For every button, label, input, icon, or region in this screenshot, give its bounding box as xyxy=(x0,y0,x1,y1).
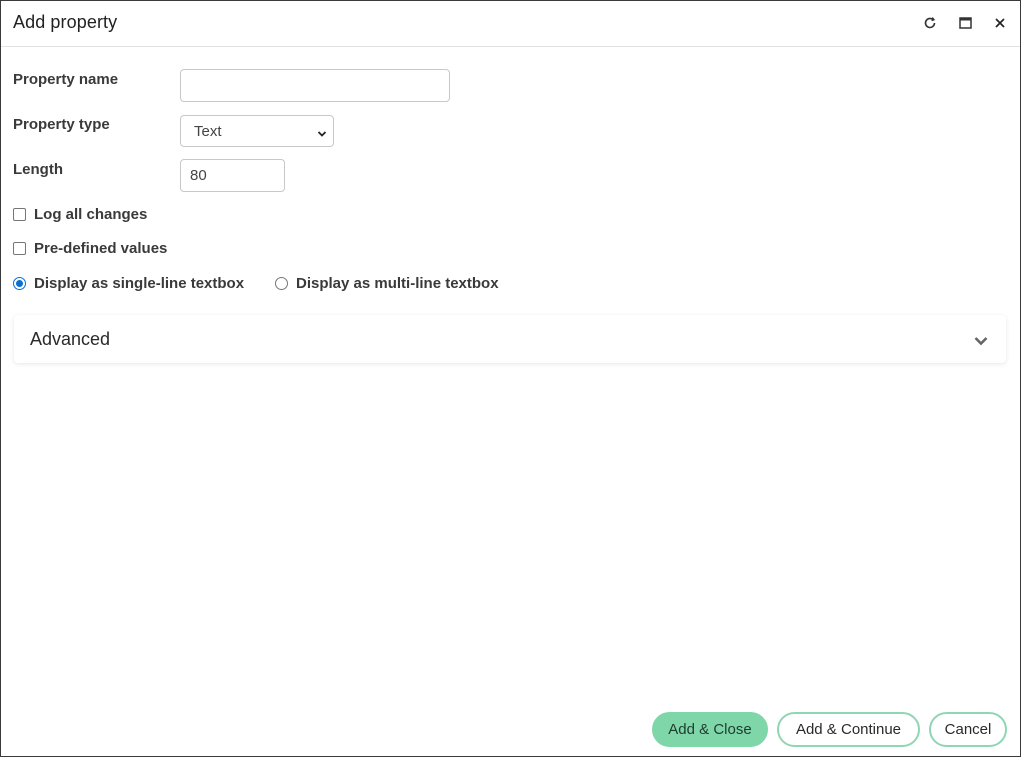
add-close-button[interactable]: Add & Close xyxy=(652,712,768,747)
multi-line-label: Display as multi-line textbox xyxy=(296,275,499,292)
chevron-down-icon xyxy=(317,126,327,143)
close-icon[interactable] xyxy=(990,13,1010,33)
property-type-select[interactable]: Text xyxy=(180,115,334,147)
refresh-icon[interactable] xyxy=(920,13,940,33)
property-name-label: Property name xyxy=(13,71,119,88)
log-all-changes-option[interactable]: Log all changes xyxy=(13,206,147,223)
property-type-selected: Text xyxy=(194,122,222,140)
property-type-label: Property type xyxy=(13,116,110,133)
single-line-label: Display as single-line textbox xyxy=(34,275,245,292)
pre-defined-values-label: Pre-defined values xyxy=(34,240,168,257)
cancel-button[interactable]: Cancel xyxy=(929,712,1007,747)
chevron-down-icon xyxy=(974,333,988,351)
log-all-changes-checkbox[interactable] xyxy=(13,208,26,221)
single-line-option[interactable]: Display as single-line textbox xyxy=(13,275,244,292)
add-property-dialog: Add property Property name Property type… xyxy=(0,0,1021,757)
add-continue-button[interactable]: Add & Continue xyxy=(777,712,920,747)
log-all-changes-label: Log all changes xyxy=(34,206,148,223)
multi-line-option[interactable]: Display as multi-line textbox xyxy=(275,275,499,292)
property-name-input[interactable] xyxy=(180,69,450,102)
dialog-titlebar: Add property xyxy=(1,1,1020,47)
advanced-section-header[interactable]: Advanced xyxy=(14,315,1006,363)
dialog-title: Add property xyxy=(13,12,118,32)
length-input[interactable] xyxy=(180,159,285,192)
multi-line-radio[interactable] xyxy=(275,277,288,290)
length-label: Length xyxy=(13,161,63,178)
pre-defined-values-option[interactable]: Pre-defined values xyxy=(13,240,167,257)
pre-defined-values-checkbox[interactable] xyxy=(13,242,26,255)
single-line-radio[interactable] xyxy=(13,277,26,290)
advanced-label: Advanced xyxy=(30,329,111,349)
maximize-icon[interactable] xyxy=(955,13,975,33)
